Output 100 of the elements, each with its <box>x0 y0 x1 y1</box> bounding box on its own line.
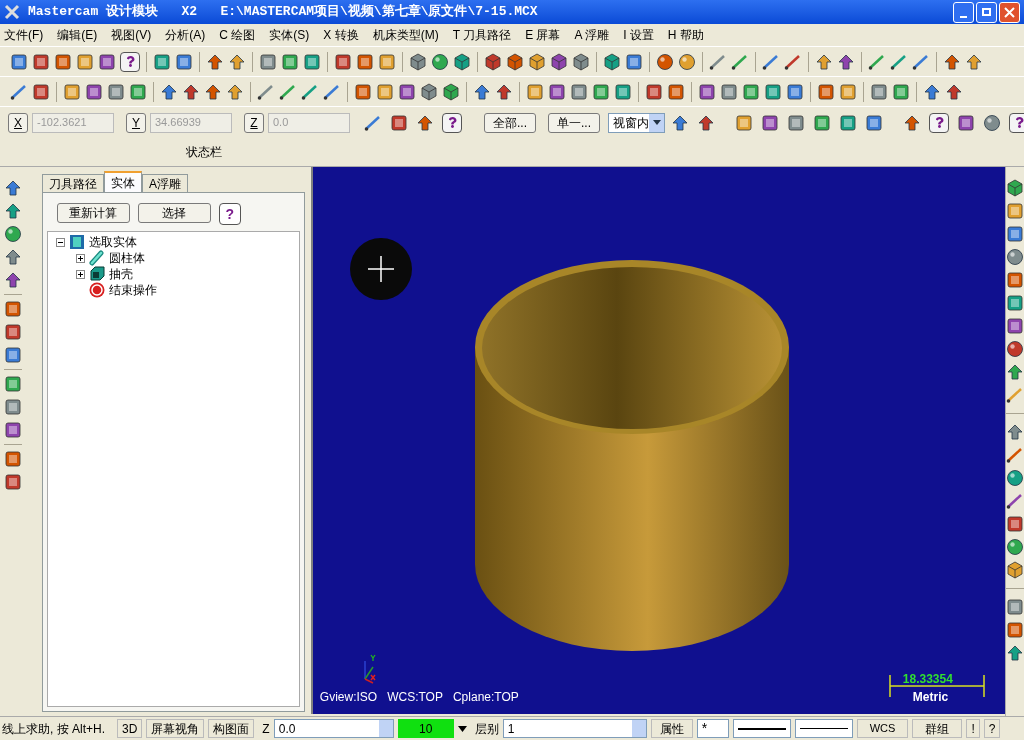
menu-item[interactable]: 分析(A) <box>165 26 206 44</box>
arrow-icon[interactable] <box>3 179 22 197</box>
square-icon[interactable] <box>1006 271 1024 289</box>
status-button[interactable]: 屏幕视角 <box>146 719 205 738</box>
square-icon[interactable] <box>3 398 22 416</box>
square-icon[interactable] <box>667 82 685 101</box>
help-icon[interactable] <box>929 112 950 133</box>
cube-icon[interactable] <box>442 82 460 101</box>
square-icon[interactable] <box>645 82 663 101</box>
square-icon[interactable] <box>398 82 416 101</box>
square-icon[interactable] <box>625 52 643 71</box>
square-icon[interactable] <box>1006 294 1024 312</box>
cube-icon[interactable] <box>1006 561 1024 579</box>
sphere-icon[interactable] <box>1006 340 1024 358</box>
square-icon[interactable] <box>354 82 372 101</box>
square-icon[interactable] <box>259 52 277 71</box>
square-icon[interactable] <box>735 113 754 132</box>
square-icon[interactable] <box>1006 515 1024 533</box>
square-icon[interactable] <box>892 82 910 101</box>
menu-item[interactable]: A 浮雕 <box>574 26 610 44</box>
line-icon[interactable] <box>301 82 319 101</box>
arrow-icon[interactable] <box>965 52 983 71</box>
expand-icon[interactable] <box>75 253 85 263</box>
arrow-icon[interactable] <box>671 113 690 132</box>
square-icon[interactable] <box>356 52 374 71</box>
square-icon[interactable] <box>107 82 125 101</box>
cube-icon[interactable] <box>528 52 546 71</box>
square-icon[interactable] <box>3 473 22 491</box>
cube-icon[interactable] <box>572 52 590 71</box>
square-icon[interactable] <box>817 82 835 101</box>
selection-button[interactable]: 单一... <box>548 112 601 133</box>
help-icon[interactable] <box>1009 112 1024 133</box>
arrow-icon[interactable] <box>3 202 22 220</box>
sphere-icon[interactable] <box>1006 248 1024 266</box>
cube-icon[interactable] <box>420 82 438 101</box>
arrow-icon[interactable] <box>1006 363 1024 381</box>
line-icon[interactable] <box>1006 492 1024 510</box>
arrow-icon[interactable] <box>495 82 513 101</box>
square-icon[interactable] <box>742 82 760 101</box>
square-icon[interactable] <box>813 113 832 132</box>
square-icon[interactable] <box>1006 225 1024 243</box>
square-icon[interactable] <box>76 52 94 71</box>
square-icon[interactable] <box>32 52 50 71</box>
square-icon[interactable] <box>570 82 588 101</box>
dropdown-arrow-icon[interactable] <box>457 725 467 732</box>
minimize-button[interactable] <box>953 1 974 23</box>
square-icon[interactable] <box>865 113 884 132</box>
square-icon[interactable] <box>32 82 50 101</box>
square-icon[interactable] <box>98 52 116 71</box>
arrow-icon[interactable] <box>182 82 200 101</box>
arrow-icon[interactable] <box>204 82 222 101</box>
cube-icon[interactable] <box>453 52 471 71</box>
close-icon[interactable] <box>1004 6 1015 18</box>
square-icon[interactable] <box>839 113 858 132</box>
close-button[interactable] <box>999 1 1020 23</box>
sphere-icon[interactable] <box>431 52 449 71</box>
square-icon[interactable] <box>720 82 738 101</box>
sphere-icon[interactable] <box>1006 538 1024 556</box>
square-icon[interactable] <box>303 52 321 71</box>
tree-item[interactable]: 抽壳 <box>108 265 133 283</box>
line-icon[interactable] <box>323 82 341 101</box>
sphere-icon[interactable] <box>678 52 696 71</box>
square-icon[interactable] <box>3 421 22 439</box>
arrow-icon[interactable] <box>1006 644 1024 662</box>
square-icon[interactable] <box>85 82 103 101</box>
tree-item[interactable]: 选取实体 <box>88 233 137 251</box>
square-icon[interactable] <box>3 300 22 318</box>
status-button[interactable]: 构图面 <box>208 719 255 738</box>
line-icon[interactable] <box>762 52 780 71</box>
menu-item[interactable]: T 刀具路径 <box>452 26 512 44</box>
arrow-icon[interactable] <box>815 52 833 71</box>
square-icon[interactable] <box>378 52 396 71</box>
line-icon[interactable] <box>1006 386 1024 404</box>
square-icon[interactable] <box>1006 202 1024 220</box>
sphere-icon[interactable] <box>656 52 674 71</box>
arrow-icon[interactable] <box>473 82 491 101</box>
square-icon[interactable] <box>592 82 610 101</box>
line-icon[interactable] <box>1006 446 1024 464</box>
menu-item[interactable]: I 设置 <box>623 26 654 44</box>
menu-item[interactable]: 实体(S) <box>269 26 310 44</box>
square-icon[interactable] <box>761 113 780 132</box>
square-icon[interactable] <box>1006 621 1024 639</box>
panel-tab[interactable]: A浮雕 <box>141 174 188 192</box>
square-icon[interactable] <box>129 82 147 101</box>
square-icon[interactable] <box>1006 598 1024 616</box>
square-icon[interactable] <box>1006 317 1024 335</box>
square-icon[interactable] <box>3 323 22 341</box>
arrow-icon[interactable] <box>1006 423 1024 441</box>
arrow-icon[interactable] <box>3 271 22 289</box>
panel-tab[interactable]: 实体 <box>103 171 142 192</box>
point-style-dropdown[interactable]: * <box>696 719 729 738</box>
z-depth-dropdown[interactable]: 0.0 <box>273 719 394 738</box>
3d-viewport[interactable]: Gview:ISO WCS:TOP Cplane:TOP 18.33354 Metric <box>310 167 1005 714</box>
line-icon[interactable] <box>731 52 749 71</box>
arrow-icon[interactable] <box>943 52 961 71</box>
status-button[interactable]: ! <box>966 719 980 738</box>
sphere-icon[interactable] <box>3 225 22 243</box>
attributes-button[interactable]: 属性 <box>650 719 693 738</box>
arrow-icon[interactable] <box>228 52 246 71</box>
selection-mode-dropdown[interactable]: 视窗内 <box>608 112 666 133</box>
